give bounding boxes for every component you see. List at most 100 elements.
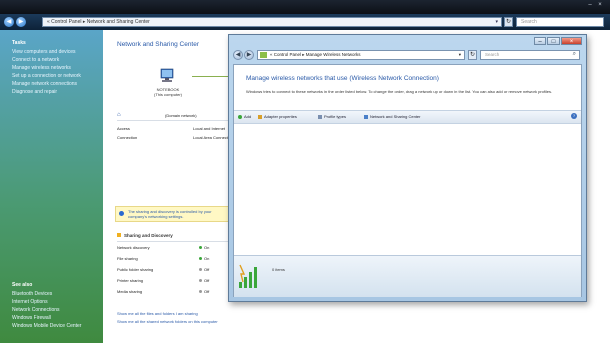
dialog-title: Manage wireless networks that use (Wirel… [246, 75, 439, 82]
refresh-icon[interactable]: ↻ [468, 50, 477, 60]
sharing-status: Off [199, 267, 209, 272]
chevron-down-icon[interactable]: ▾ [495, 19, 498, 25]
divider [117, 120, 229, 121]
task-manage-wireless[interactable]: Manage wireless networks [12, 65, 71, 71]
see-also-mobile-device-center[interactable]: Windows Mobile Device Center [12, 323, 81, 329]
back-arrow-icon[interactable]: ◀ [233, 50, 243, 60]
outer-address-bar: ◀ ▶ « Control Panel ▸ Network and Sharin… [0, 14, 610, 30]
divider [117, 241, 229, 242]
status-off-icon [199, 279, 202, 282]
sharing-row-printer: Printer sharing Off [117, 278, 209, 283]
sharing-row-public-folder: Public folder sharing Off [117, 267, 209, 272]
outer-search-placeholder: Search [521, 19, 537, 25]
add-label: Add [244, 114, 252, 119]
help-icon[interactable]: ? [571, 113, 577, 119]
sharing-label: Public folder sharing [117, 267, 154, 272]
dialog-content: Manage wireless networks that use (Wirel… [233, 64, 582, 297]
task-manage-connections[interactable]: Manage network connections [12, 81, 77, 87]
network-sharing-center-button[interactable]: Network and Sharing Center [364, 114, 420, 119]
sharing-label: Network discovery [117, 245, 150, 250]
back-arrow-icon[interactable]: ◀ [4, 17, 14, 27]
minimize-icon[interactable]: – [534, 37, 546, 45]
access-label: Access [117, 126, 130, 131]
task-pane: Tasks View computers and devices Connect… [0, 30, 103, 343]
sharing-status-text: On [204, 245, 210, 250]
outer-address-field[interactable]: « Control Panel ▸ Network and Sharing Ce… [42, 17, 502, 27]
computer-sub-label: (This computer) [153, 92, 182, 97]
status-on-icon [199, 246, 202, 249]
outer-search-input[interactable]: Search [516, 17, 604, 27]
sharing-icon [117, 233, 121, 237]
status-off-icon [199, 268, 202, 271]
profile-types-label: Profile types [324, 114, 347, 119]
minimize-icon[interactable]: – [586, 1, 594, 9]
info-icon [119, 211, 124, 216]
refresh-icon[interactable]: ↻ [504, 17, 513, 27]
sharing-row-network-discovery: Network discovery On [117, 245, 209, 250]
close-icon[interactable]: × [561, 37, 582, 45]
forward-arrow-icon[interactable]: ▶ [244, 50, 254, 60]
computer-icon [160, 68, 174, 82]
sharing-row-file-sharing: File sharing On [117, 256, 209, 261]
add-button[interactable]: Add [238, 114, 251, 119]
sharing-status-text: Off [204, 289, 210, 294]
maximize-icon[interactable]: □ [547, 37, 560, 45]
items-count: 0 items [272, 267, 285, 272]
dialog-description: Windows tries to connect to these networ… [246, 89, 553, 94]
see-also-internet-options[interactable]: Internet Options [12, 299, 48, 305]
access-row: Access Local and Internet [117, 126, 225, 131]
sharing-status: On [199, 256, 209, 261]
sharing-label: Media sharing [117, 289, 143, 294]
details-pane: 0 items [234, 255, 581, 297]
network-sharing-center-label: Network and Sharing Center [370, 114, 421, 119]
close-icon[interactable]: × [596, 1, 604, 9]
control-panel-icon [260, 52, 267, 58]
task-diagnose[interactable]: Diagnose and repair [12, 89, 57, 95]
sharing-status-text: Off [204, 267, 210, 272]
search-icon[interactable]: ⌕ [573, 51, 576, 58]
task-view-computers[interactable]: View computers and devices [12, 49, 76, 55]
adapter-properties-button[interactable]: Adapter properties [258, 114, 297, 119]
outer-title-bar: – × [0, 0, 610, 14]
wireless-signal-icon [239, 264, 257, 288]
computer-name: NOTEBOOK (This computer) [148, 87, 188, 97]
sharing-status: On [199, 245, 209, 250]
sharing-label: File sharing [117, 256, 138, 261]
dialog-breadcrumb: « Control Panel ▸ Manage Wireless Networ… [270, 52, 361, 57]
network-icon [364, 114, 368, 119]
chevron-down-icon[interactable]: ▾ [459, 52, 461, 58]
network-type-label: (Domain network) [165, 113, 197, 118]
add-icon [238, 114, 242, 119]
sharing-heading: Sharing and Discovery [117, 233, 173, 238]
dialog-search-input[interactable]: Search ⌕ [480, 50, 580, 60]
connection-line [192, 76, 228, 77]
sharing-label: Printer sharing [117, 278, 144, 283]
see-also-firewall[interactable]: Windows Firewall [12, 315, 51, 321]
task-connect-network[interactable]: Connect to a network [12, 57, 59, 63]
status-off-icon [199, 290, 202, 293]
task-setup-connection[interactable]: Set up a connection or network [12, 73, 81, 79]
adapter-properties-label: Adapter properties [264, 114, 297, 119]
tasks-heading: Tasks [12, 40, 26, 46]
see-also-heading: See also [12, 282, 33, 288]
dialog-address-field[interactable]: « Control Panel ▸ Manage Wireless Networ… [257, 50, 465, 60]
see-also-network-connections[interactable]: Network Connections [12, 307, 60, 313]
sharing-status-text: On [204, 256, 210, 261]
profile-types-button[interactable]: Profile types [318, 114, 346, 119]
connection-label: Connection [117, 135, 138, 140]
sharing-heading-text: Sharing and Discovery [124, 233, 173, 238]
sharing-notice: The sharing and discovery is controlled … [115, 206, 230, 222]
dialog-search-placeholder: Search [485, 52, 500, 57]
sharing-status: Off [199, 289, 209, 294]
show-shared-files-link[interactable]: Show me all the files and folders I am s… [117, 311, 198, 316]
profile-icon [318, 114, 322, 119]
connection-row: Connection Local Area Connection [117, 135, 233, 140]
see-also-bluetooth[interactable]: Bluetooth Devices [12, 291, 52, 297]
sharing-row-media: Media sharing Off [117, 289, 209, 294]
page-title: Network and Sharing Center [117, 41, 200, 48]
forward-arrow-icon[interactable]: ▶ [16, 17, 26, 27]
sharing-status-text: Off [204, 278, 210, 283]
network-icon: ⌂ [117, 112, 121, 118]
outer-breadcrumb: « Control Panel ▸ Network and Sharing Ce… [47, 19, 150, 25]
show-shared-folders-link[interactable]: Show me all the shared network folders o… [117, 319, 218, 324]
